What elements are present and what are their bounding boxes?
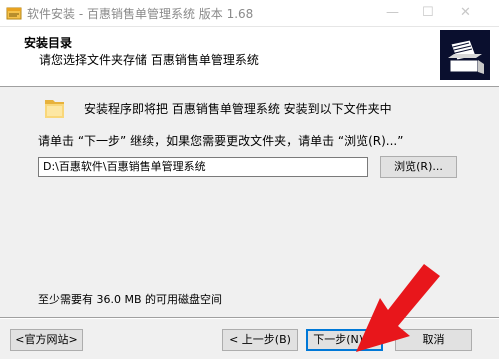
close-button[interactable]: ✕ <box>452 0 482 26</box>
app-icon <box>6 7 22 20</box>
install-intro-text: 安装程序即将把 百惠销售单管理系统 安装到以下文件夹中 <box>84 102 392 116</box>
page-title: 安装目录 <box>24 36 73 50</box>
browse-button[interactable]: 浏览(R)... <box>380 156 457 178</box>
folder-icon <box>45 100 64 118</box>
install-path-input[interactable]: D:\百惠软件\百惠销售单管理系统 <box>38 157 368 177</box>
maximize-icon: ☐ <box>422 5 434 20</box>
disk-space-text: 至少需要有 36.0 MB 的可用磁盘空间 <box>38 293 223 306</box>
back-button[interactable]: < 上一步(B) <box>222 329 298 351</box>
official-site-button[interactable]: <官方网站> <box>10 329 83 351</box>
window-title: 软件安装 - 百惠销售单管理系统 版本 1.68 <box>27 7 254 21</box>
minimize-button[interactable]: — <box>378 0 408 26</box>
red-arrow-icon <box>356 264 440 352</box>
wizard-header: 安装目录 请您选择文件夹存储 百惠销售单管理系统 <box>0 27 499 87</box>
title-bar[interactable]: 软件安装 - 百惠销售单管理系统 版本 1.68 — ☐ ✕ <box>0 0 499 27</box>
minimize-icon: — <box>386 5 399 20</box>
page-subtitle: 请您选择文件夹存储 百惠销售单管理系统 <box>39 53 259 67</box>
close-icon: ✕ <box>460 5 471 20</box>
instruction-text: 请单击 “下一步” 继续，如果您需要更改文件夹，请单击 “浏览(R)...” <box>38 134 404 148</box>
installer-logo-icon <box>440 30 490 80</box>
maximize-button[interactable]: ☐ <box>414 0 444 26</box>
